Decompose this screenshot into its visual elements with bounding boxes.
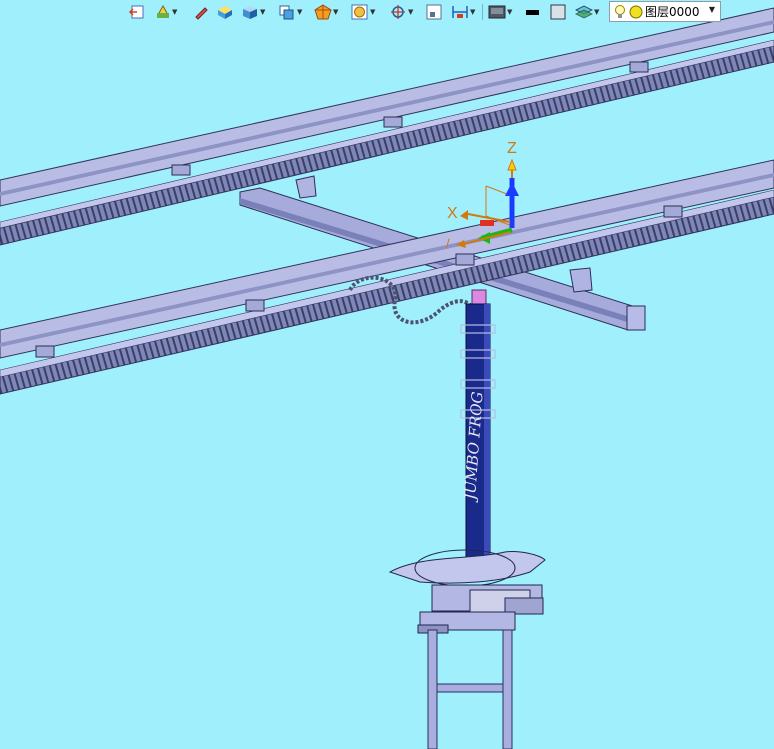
render-mode-icon[interactable]: ▼ xyxy=(351,3,375,21)
chevron-down-icon[interactable]: ▼ xyxy=(709,5,715,14)
toolbar-separator xyxy=(482,4,483,20)
support-stand xyxy=(427,629,513,749)
z-axis-label: Z xyxy=(507,140,517,157)
layer-selector[interactable]: 图层0000 ▼ xyxy=(609,1,721,22)
section-view-icon[interactable]: ▼ xyxy=(314,3,338,21)
sketch-tools-icon[interactable]: ▼ xyxy=(155,3,177,21)
solid-view-icon[interactable]: ▼ xyxy=(241,3,265,21)
layer-stack-icon[interactable]: ▼ xyxy=(575,3,599,21)
model-viewport[interactable]: JUMBO FROG xyxy=(0,0,774,749)
box-view-icon[interactable] xyxy=(216,3,234,21)
dimension-icon[interactable]: ▼ xyxy=(451,3,475,21)
lightbulb-icon[interactable] xyxy=(614,4,626,20)
pen-icon[interactable] xyxy=(193,3,209,21)
display-style-icon[interactable]: ▼ xyxy=(488,3,512,21)
x-axis-label: X xyxy=(447,205,458,222)
view-orientation-icon[interactable]: ▼ xyxy=(278,3,302,21)
frame-icon[interactable] xyxy=(426,3,442,21)
line-color-icon[interactable] xyxy=(524,3,540,21)
layer-status-icon[interactable] xyxy=(629,5,643,19)
gripper-assembly xyxy=(388,549,546,634)
exit-sketch-icon[interactable] xyxy=(129,3,145,21)
snap-target-icon[interactable]: ▼ xyxy=(389,3,413,21)
y-axis-label: / xyxy=(446,236,450,251)
layer-name: 图层0000 xyxy=(645,5,700,19)
vertical-column: JUMBO FROG xyxy=(460,289,496,575)
fill-color-icon[interactable] xyxy=(550,3,566,21)
